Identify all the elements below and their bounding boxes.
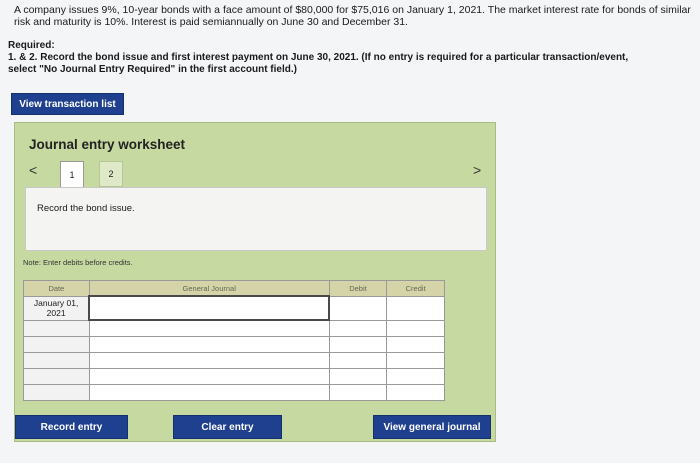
worksheet-title: Journal entry worksheet: [29, 137, 186, 152]
credit-input[interactable]: [386, 383, 445, 401]
table-row: [23, 335, 445, 353]
debit-input[interactable]: [328, 351, 388, 369]
problem-statement: A company issues 9%, 10-year bonds with …: [14, 4, 691, 28]
required-line-1-note: (If no entry is required for a particula…: [358, 52, 629, 63]
tab-2[interactable]: 2: [99, 161, 123, 187]
credit-input[interactable]: [386, 351, 445, 369]
debit-input[interactable]: [328, 295, 388, 321]
header-general-journal: General Journal: [88, 280, 330, 297]
account-input[interactable]: [88, 295, 331, 321]
view-general-journal-button[interactable]: View general journal: [373, 415, 491, 439]
header-credit: Credit: [386, 280, 445, 297]
credit-input[interactable]: [386, 367, 445, 385]
journal-entry-worksheet: Journal entry worksheet < 1 2 > Record t…: [14, 122, 496, 442]
table-row: [23, 367, 445, 385]
required-line-1: 1. & 2. Record the bond issue and first …: [8, 52, 694, 64]
clear-entry-button[interactable]: Clear entry: [173, 415, 282, 439]
account-input[interactable]: [88, 383, 330, 401]
account-input[interactable]: [88, 351, 330, 369]
date-cell: [23, 319, 90, 337]
required-heading: Required:: [8, 40, 55, 51]
credit-input[interactable]: [386, 319, 445, 337]
debit-input[interactable]: [328, 335, 388, 353]
record-entry-button[interactable]: Record entry: [15, 415, 128, 439]
required-line-1-text: 1. & 2. Record the bond issue and first …: [8, 52, 359, 63]
debit-input[interactable]: [328, 319, 388, 337]
description-text: Record the bond issue.: [37, 203, 135, 214]
account-input[interactable]: [88, 335, 330, 353]
chevron-right-icon[interactable]: >: [473, 162, 481, 178]
requirements: Required: 1. & 2. Record the bond issue …: [8, 40, 694, 76]
credit-input[interactable]: [386, 295, 445, 321]
date-cell: [23, 383, 90, 401]
transaction-description: Record the bond issue.: [25, 187, 487, 251]
tab-1[interactable]: 1: [60, 161, 84, 188]
table-row: January 01, 2021: [23, 295, 445, 321]
account-input[interactable]: [88, 367, 330, 385]
date-cell: [23, 367, 90, 385]
journal-header-row: Date General Journal Debit Credit: [23, 280, 445, 297]
account-input[interactable]: [88, 319, 330, 337]
date-cell: [23, 351, 90, 369]
chevron-left-icon[interactable]: <: [29, 162, 37, 178]
header-debit: Debit: [328, 280, 388, 297]
required-line-2: select "No Journal Entry Required" in th…: [8, 64, 297, 75]
table-row: [23, 383, 445, 401]
date-cell: [23, 335, 90, 353]
debit-input[interactable]: [328, 367, 388, 385]
table-row: [23, 319, 445, 337]
table-row: [23, 351, 445, 369]
credit-input[interactable]: [386, 335, 445, 353]
debit-credit-note: Note: Enter debits before credits.: [23, 258, 133, 267]
view-transaction-list-button[interactable]: View transaction list: [11, 93, 124, 115]
debit-input[interactable]: [328, 383, 388, 401]
date-cell[interactable]: January 01, 2021: [23, 295, 90, 321]
header-date: Date: [23, 280, 90, 297]
journal-table: Date General Journal Debit Credit Januar…: [23, 280, 445, 401]
